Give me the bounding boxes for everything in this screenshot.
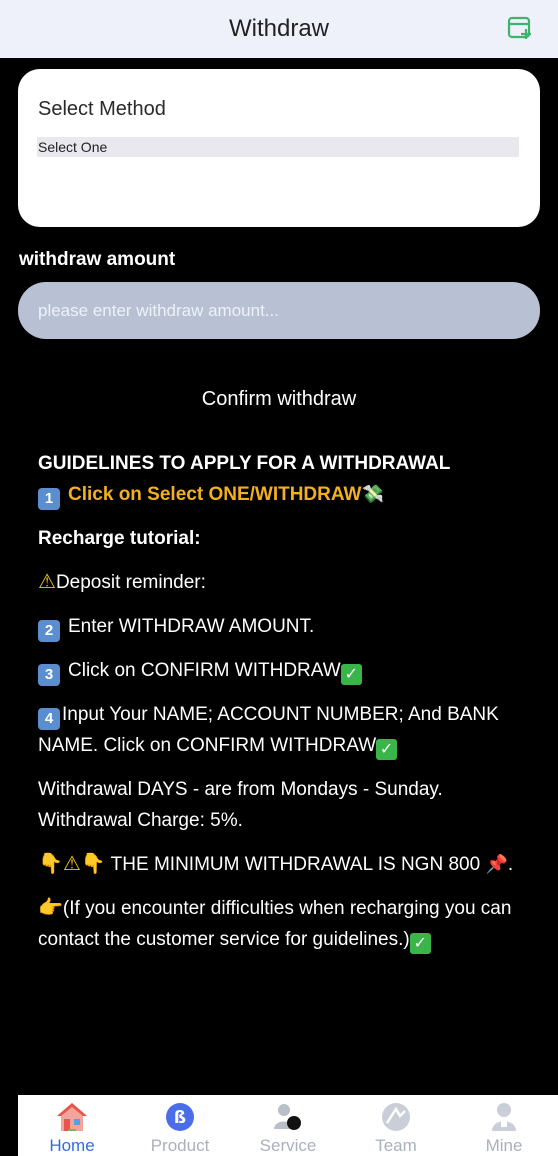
team-icon [379,1100,413,1134]
pointing-right-icon: 👉 [38,897,63,919]
tab-service[interactable]: Service [234,1095,342,1156]
guideline-step-1: 1 Click on Select ONE/WITHDRAW💸 [38,479,528,510]
tab-home-label: Home [49,1136,95,1155]
guidelines-title: GUIDELINES TO APPLY FOR A WITHDRAWAL [38,453,451,474]
method-select[interactable]: Select One [37,137,519,157]
withdraw-amount-label: withdraw amount [19,249,176,270]
check-mark-icon: ✓ [376,739,398,760]
withdraw-amount-input[interactable] [18,282,540,339]
pushpin-icon: 📌 [485,854,508,874]
top-bar: Withdraw [0,0,558,58]
service-icon [271,1100,305,1134]
minimum-withdrawal: 👇⚠👇 THE MINIMUM WITHDRAWAL IS NGN 800 📌. [38,853,514,875]
withdrawal-days: Withdrawal DAYS - are from Mondays - Sun… [38,779,443,800]
bottom-tab-bar: Home ß Product Service Team Mine [18,1095,558,1156]
warning-icon: ⚠ [62,853,81,875]
guidelines: GUIDELINES TO APPLY FOR A WITHDRAWAL 1 Cl… [38,448,528,955]
withdrawal-charge: Withdrawal Charge: 5%. [38,810,243,831]
record-add-icon[interactable] [506,14,534,42]
check-mark-icon: ✓ [409,933,431,954]
tab-mine-label: Mine [485,1136,523,1155]
tab-mine[interactable]: Mine [450,1095,558,1156]
pointing-down-icon: 👇 [80,853,106,875]
method-card: Select Method Select One [18,69,540,227]
product-icon: ß [163,1100,197,1134]
tab-service-label: Service [259,1136,317,1155]
contact-note: 👉(If you encounter difficulties when rec… [38,897,512,954]
keycap-2-icon: 2 [38,620,60,642]
svg-text:ß: ß [174,1108,186,1128]
keycap-1-icon: 1 [38,488,60,510]
mine-icon [487,1100,521,1134]
home-icon [55,1100,89,1134]
select-method-label: Select Method [38,98,166,120]
keycap-4-icon: 4 [38,708,60,730]
recharge-tutorial: Recharge tutorial: [38,528,201,549]
pointing-down-icon: 👇 [38,853,63,875]
confirm-withdraw-button[interactable]: Confirm withdraw [0,388,558,411]
deposit-reminder: ⚠Deposit reminder: [38,571,206,593]
tab-team[interactable]: Team [342,1095,450,1156]
tab-home[interactable]: Home [18,1095,126,1156]
tab-team-label: Team [375,1136,417,1155]
tab-product[interactable]: ß Product [126,1095,234,1156]
tab-product-label: Product [150,1136,210,1155]
check-mark-icon: ✓ [340,664,362,685]
guideline-step-3: 3 Click on CONFIRM WITHDRAW ✓ [38,655,528,686]
page-title: Withdraw [228,15,330,42]
money-wings-icon: 💸 [361,484,384,504]
keycap-3-icon: 3 [38,664,60,686]
guideline-step-2: 2 Enter WITHDRAW AMOUNT. [38,611,528,642]
warning-icon: ⚠ [38,571,56,593]
guideline-step-4: 4 Input Your NAME; ACCOUNT NUMBER; And BA… [38,704,499,760]
